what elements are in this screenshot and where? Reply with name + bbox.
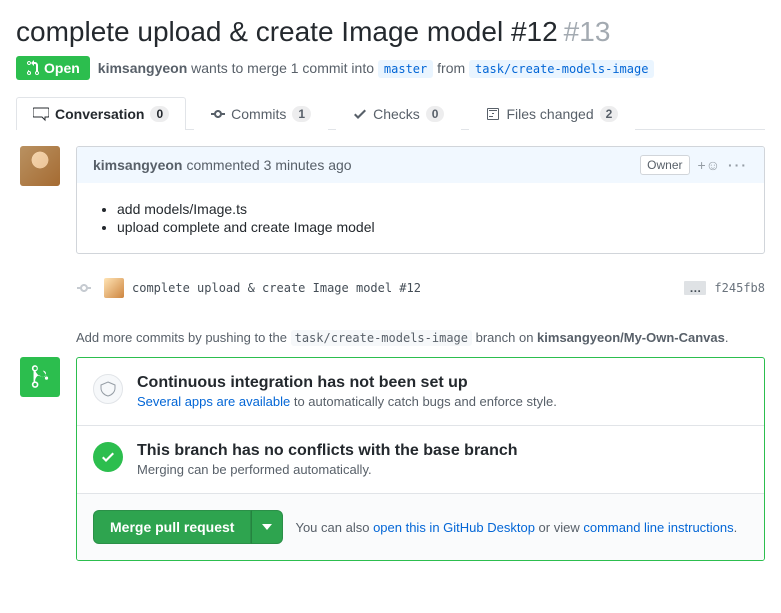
comment-author[interactable]: kimsangyeon — [93, 157, 182, 173]
meta-text: from — [433, 60, 469, 76]
commits-count: 1 — [292, 106, 311, 122]
conflict-title: This branch has no conflicts with the ba… — [137, 442, 518, 460]
open-desktop-link[interactable]: open this in GitHub Desktop — [373, 520, 535, 535]
kebab-icon[interactable]: ··· — [728, 157, 748, 173]
checks-count: 0 — [426, 106, 445, 122]
commit-message[interactable]: complete upload & create Image model #12 — [132, 281, 676, 295]
tab-files[interactable]: Files changed 2 — [469, 97, 635, 130]
repo-link[interactable]: kimsangyeon/My-Own-Canvas — [537, 330, 725, 345]
state-label: Open — [44, 60, 80, 76]
base-branch[interactable]: master — [378, 60, 433, 78]
pr-title: complete upload & create Image model #12 — [16, 16, 558, 48]
expand-button[interactable]: … — [684, 281, 706, 295]
merge-dropdown-button[interactable] — [251, 510, 283, 544]
tab-conversation[interactable]: Conversation 0 — [16, 97, 186, 130]
avatar[interactable] — [104, 278, 124, 298]
tab-commits[interactable]: Commits 1 — [194, 97, 328, 130]
tab-checks[interactable]: Checks 0 — [336, 97, 461, 130]
push-hint: Add more commits by pushing to the task/… — [76, 330, 765, 345]
owner-badge: Owner — [640, 155, 689, 175]
diff-icon — [486, 106, 500, 122]
state-badge: Open — [16, 56, 90, 80]
avatar[interactable] — [20, 146, 60, 186]
commit-sha[interactable]: f245fb8 — [714, 281, 765, 295]
ci-apps-link[interactable]: Several apps are available — [137, 394, 290, 409]
conversation-icon — [33, 106, 49, 122]
tabs: Conversation 0 Commits 1 Checks 0 Files … — [16, 96, 765, 130]
branch-ref: task/create-models-image — [291, 330, 472, 346]
merge-status-icon — [20, 357, 60, 397]
files-count: 2 — [600, 106, 619, 122]
merge-button[interactable]: Merge pull request — [93, 510, 251, 544]
meta-text: wants to merge 1 commit into — [187, 60, 378, 76]
comment-time[interactable]: 3 minutes ago — [264, 157, 352, 173]
commit-dot-icon — [76, 280, 92, 296]
comment-bullet: add models/Image.ts — [117, 201, 748, 217]
head-branch[interactable]: task/create-models-image — [469, 60, 654, 78]
chevron-down-icon — [262, 524, 272, 530]
merge-box: Continuous integration has not been set … — [76, 357, 765, 561]
comment: kimsangyeon commented 3 minutes ago Owne… — [76, 146, 765, 254]
cli-instructions-link[interactable]: command line instructions — [583, 520, 733, 535]
ci-title: Continuous integration has not been set … — [137, 374, 557, 392]
pr-icon — [26, 60, 40, 76]
commit-icon — [211, 106, 225, 122]
comment-bullet: upload complete and create Image model — [117, 219, 748, 235]
add-reaction-button[interactable]: +☺ — [698, 157, 720, 173]
check-icon — [93, 442, 123, 472]
commit-row: complete upload & create Image model #12… — [76, 270, 765, 306]
ci-icon — [93, 374, 123, 404]
checks-icon — [353, 106, 367, 122]
comment-body: add models/Image.ts upload complete and c… — [77, 183, 764, 253]
conversation-count: 0 — [150, 106, 169, 122]
pr-number: #13 — [564, 16, 611, 48]
pr-author[interactable]: kimsangyeon — [98, 60, 187, 76]
conflict-sub: Merging can be performed automatically. — [137, 462, 518, 477]
